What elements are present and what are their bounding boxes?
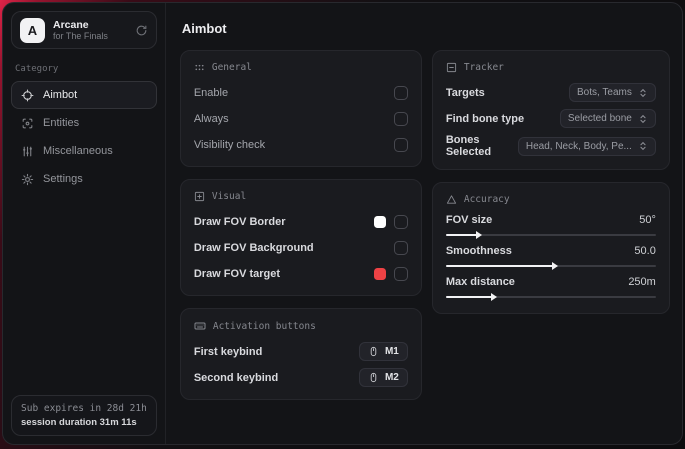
slider-value: 50.0 [634, 245, 656, 257]
chevrons-up-down-icon [638, 141, 648, 151]
scan-box-icon [21, 117, 34, 130]
option-label: Visibility check [193, 138, 266, 151]
brand-name: Arcane [53, 18, 89, 31]
second-keybind-button[interactable]: M2 [358, 368, 408, 387]
select-value: Head, Neck, Body, Pe... [525, 140, 632, 152]
slider-thumb[interactable] [491, 293, 498, 301]
keybind-value: M1 [384, 346, 399, 357]
slider-value: 50° [639, 214, 656, 226]
sidebar-item-entities[interactable]: Entities [11, 109, 157, 137]
option-label: Draw FOV target [193, 267, 281, 280]
sidebar-item-settings[interactable]: Settings [11, 165, 157, 193]
select-value: Bots, Teams [577, 87, 632, 98]
card-accuracy: Accuracy FOV size 50° Smoothness 50.0 Ma… [431, 182, 670, 314]
option-label: Smoothness [445, 245, 512, 257]
slider-value: 250m [628, 276, 656, 288]
chevrons-up-down-icon [638, 88, 648, 98]
card-title-text: General [211, 62, 252, 73]
first-keybind-button[interactable]: M1 [358, 342, 408, 361]
sliders-icon [21, 145, 34, 158]
tracker-box-icon [446, 62, 457, 73]
max-distance-slider[interactable] [445, 293, 656, 301]
sidebar-item-label: Settings [43, 173, 83, 185]
grid-dots-icon [194, 62, 205, 73]
brand-subtitle: for The Finals [53, 30, 108, 41]
option-label: Enable [193, 86, 229, 99]
option-label: Find bone type [445, 112, 525, 125]
sidebar: A Arcane for The Finals Category Aimbot [3, 3, 166, 444]
fov-border-checkbox[interactable] [393, 214, 408, 229]
card-title-text: Visual [211, 191, 247, 202]
slider-thumb[interactable] [476, 231, 483, 239]
subscription-card: Sub expires in 28d 21h session duration … [11, 395, 157, 436]
mouse-icon [368, 372, 379, 383]
keybind-value: M2 [384, 372, 399, 383]
card-title-text: Tracker [463, 62, 504, 73]
keyboard-icon [194, 320, 206, 332]
slider-thumb[interactable] [551, 262, 558, 270]
category-label: Category [15, 64, 59, 74]
color-swatch[interactable] [373, 215, 386, 228]
sidebar-item-aimbot[interactable]: Aimbot [11, 81, 157, 109]
card-visual: Visual Draw FOV Border Draw FOV Backgrou… [179, 179, 422, 296]
option-label: FOV size [445, 214, 493, 226]
option-label: Always [193, 112, 229, 125]
sub-expiry-text: Sub expires in 28d 21h [21, 403, 147, 414]
mouse-icon [368, 346, 379, 357]
brand-card: A Arcane for The Finals [11, 11, 157, 49]
card-title-text: Activation buttons [212, 320, 316, 332]
targets-select[interactable]: Bots, Teams [569, 83, 656, 102]
enable-checkbox[interactable] [393, 85, 408, 100]
always-checkbox[interactable] [393, 111, 408, 126]
sidebar-item-label: Entities [43, 117, 80, 129]
triangle-icon [446, 194, 457, 205]
option-label: Draw FOV Background [193, 241, 314, 254]
brand-logo: A [20, 17, 45, 43]
sidebar-item-miscellaneous[interactable]: Miscellaneous [11, 137, 157, 165]
sidebar-item-label: Miscellaneous [43, 145, 113, 157]
card-tracker: Tracker Targets Bots, Teams Find bone ty… [431, 50, 670, 170]
option-label: Draw FOV Border [193, 215, 286, 228]
visibility-check-checkbox[interactable] [393, 137, 408, 152]
smoothness-slider[interactable] [445, 262, 656, 270]
crosshair-icon [21, 89, 34, 102]
option-label: Targets [445, 86, 485, 99]
chevrons-up-down-icon [638, 114, 648, 124]
page-title: Aimbot [181, 21, 227, 36]
fov-target-checkbox[interactable] [393, 266, 408, 281]
image-icon [194, 191, 205, 202]
card-activation-buttons: Activation buttons First keybind M1 Seco… [179, 308, 422, 400]
main-content: Aimbot General Enable Always Visibility … [166, 3, 682, 444]
fov-background-checkbox[interactable] [393, 240, 408, 255]
refresh-icon[interactable] [135, 24, 148, 37]
select-value: Selected bone [567, 113, 632, 124]
card-title-text: Accuracy [463, 194, 510, 205]
gear-icon [21, 173, 34, 186]
fov-size-slider[interactable] [445, 231, 656, 239]
option-label: Max distance [445, 276, 515, 288]
app-window: A Arcane for The Finals Category Aimbot [2, 2, 683, 445]
card-general: General Enable Always Visibility check [179, 50, 422, 167]
option-label: First keybind [193, 345, 263, 358]
option-label: Bones Selected [445, 134, 492, 158]
session-duration-text: session duration 31m 11s [21, 417, 137, 428]
option-label: Second keybind [193, 371, 279, 384]
bones-selected-select[interactable]: Head, Neck, Body, Pe... [517, 136, 656, 156]
find-bone-type-select[interactable]: Selected bone [559, 109, 656, 128]
color-swatch[interactable] [373, 267, 386, 280]
sidebar-item-label: Aimbot [43, 89, 78, 101]
